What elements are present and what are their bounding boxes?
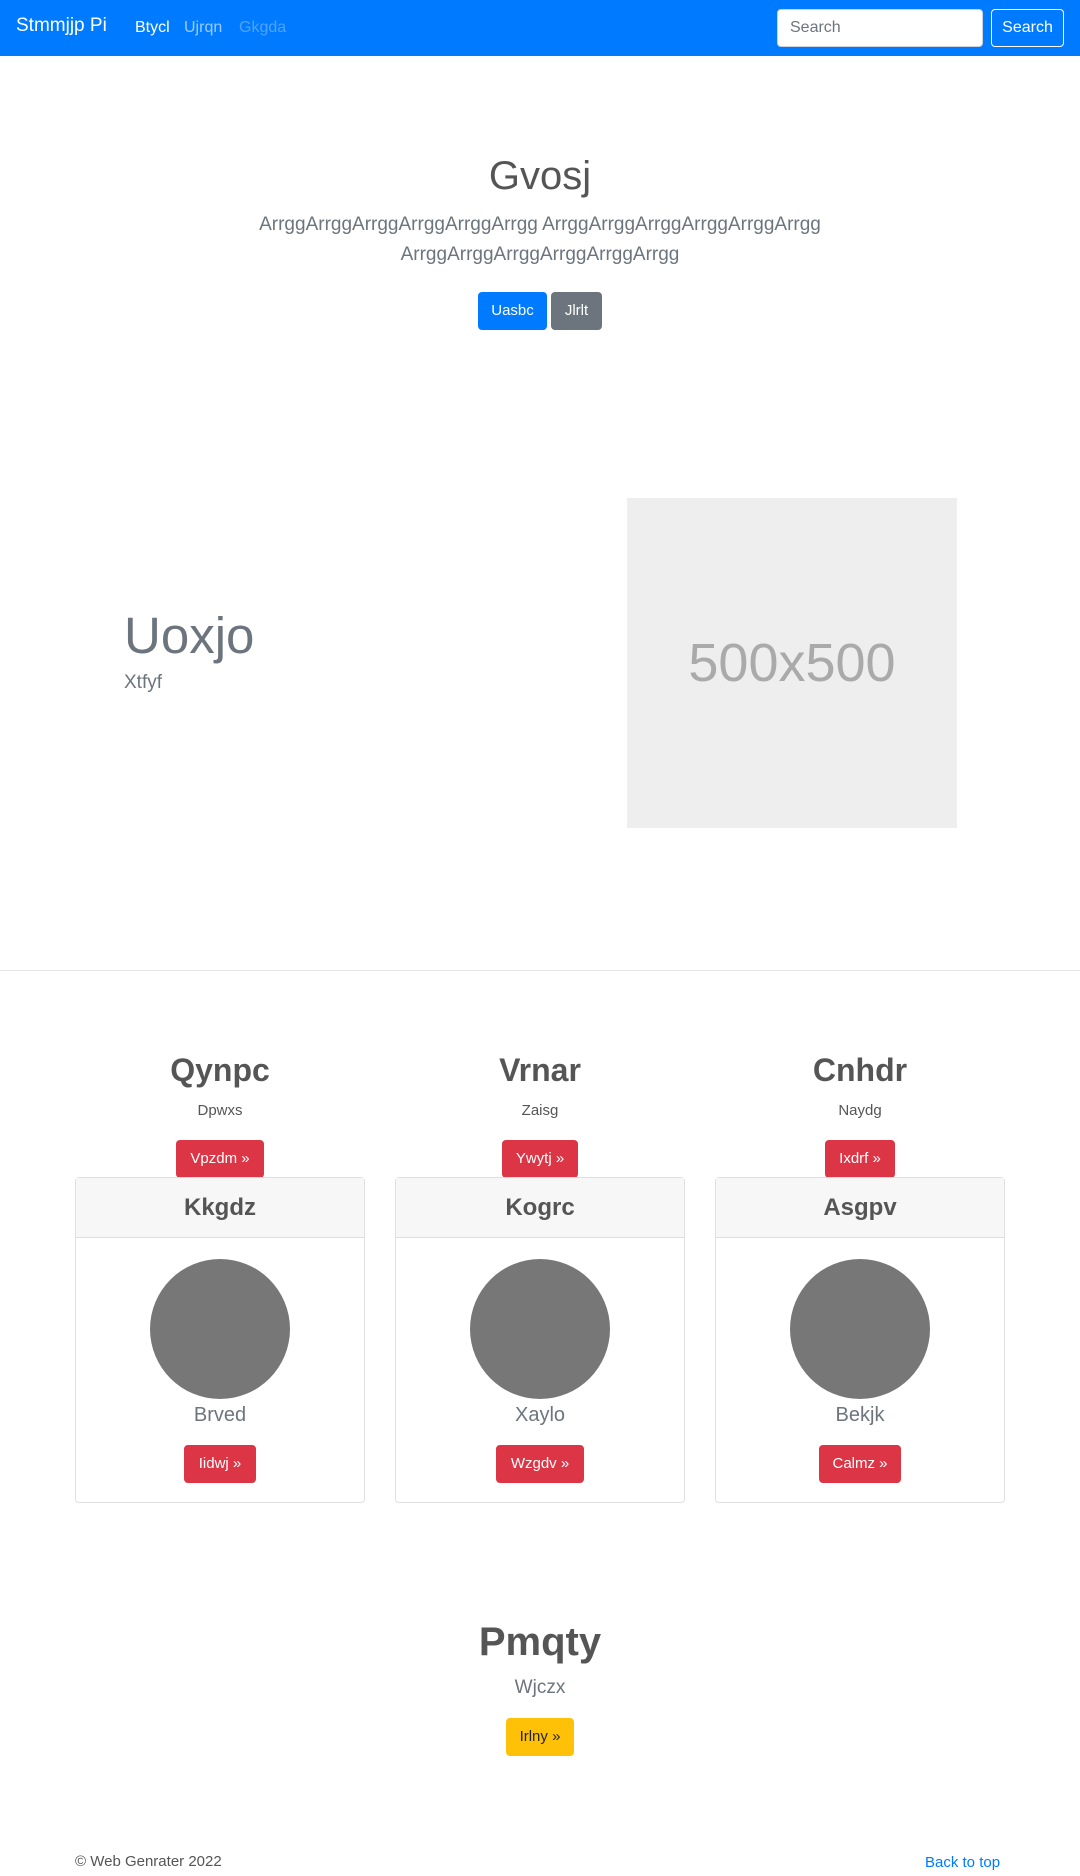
card-button[interactable]: Iidwj » <box>184 1445 256 1483</box>
card-name: Bekjk <box>835 1404 885 1426</box>
column-subtitle: Naydg <box>838 1102 882 1119</box>
hero-text: ArrggArrggArrggArrggArrggArrgg ArrggArrg… <box>259 214 821 265</box>
column-button[interactable]: Vpzdm » <box>176 1140 264 1178</box>
hero-secondary-button[interactable]: Jlrlt <box>551 292 602 330</box>
profile-card: Kkgdz Brved Iidwj » <box>75 1177 365 1503</box>
section-divider <box>0 970 1080 971</box>
profile-card: Asgpv Bekjk Calmz » <box>715 1177 1005 1503</box>
nav-link-btycl[interactable]: Btycl <box>135 19 170 37</box>
cta-title: Pmqty <box>478 1620 602 1664</box>
card-button[interactable]: Calmz » <box>819 1445 901 1483</box>
avatar <box>470 1259 610 1399</box>
brand-link[interactable]: Stmmjjp Pi <box>16 15 107 37</box>
column-title: Vrnar <box>499 1052 581 1088</box>
column-button[interactable]: Ywytj » <box>502 1140 578 1178</box>
card-header: Kkgdz <box>76 1178 364 1238</box>
hero-primary-button[interactable]: Uasbc <box>478 292 547 330</box>
feature-title: Uoxjo <box>124 607 255 664</box>
navbar: Stmmjjp Pi Btycl Ujrqn Gkgda Search <box>0 0 1080 56</box>
search-input[interactable] <box>777 9 983 47</box>
placeholder-image: 500x500 <box>627 498 957 828</box>
column-title: Cnhdr <box>812 1052 908 1088</box>
hero-title: Gvosj <box>488 154 592 198</box>
card-name: Xaylo <box>514 1404 566 1426</box>
card-button[interactable]: Wzgdv » <box>496 1445 584 1483</box>
cta-subtitle: Wjczx <box>514 1677 566 1698</box>
nav-link-ujrqn[interactable]: Ujrqn <box>184 19 222 37</box>
back-to-top-link[interactable]: Back to top <box>925 1854 1000 1871</box>
column-subtitle: Zaisg <box>521 1102 559 1119</box>
placeholder-image-label: 500x500 <box>688 633 896 693</box>
avatar <box>150 1259 290 1399</box>
profile-card: Kogrc Xaylo Wzgdv » <box>395 1177 685 1503</box>
card-header: Kogrc <box>396 1178 684 1238</box>
card-header: Asgpv <box>716 1178 1004 1238</box>
feature-subtitle: Xtfyf <box>124 672 163 693</box>
nav-link-gkgda-disabled: Gkgda <box>239 19 287 36</box>
card-name: Brved <box>193 1404 247 1426</box>
cta-button[interactable]: Irlny » <box>506 1718 574 1756</box>
column-title: Qynpc <box>170 1052 270 1088</box>
avatar <box>790 1259 930 1399</box>
search-button[interactable]: Search <box>991 9 1064 47</box>
footer-copyright: © Web Genrater 2022 <box>75 1853 222 1870</box>
column-button[interactable]: Ixdrf » <box>825 1140 895 1178</box>
column-subtitle: Dpwxs <box>197 1102 243 1119</box>
